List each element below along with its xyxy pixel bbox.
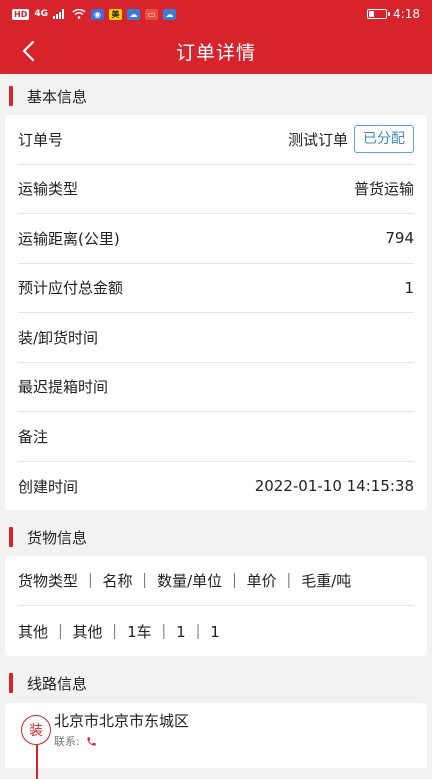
info-label: 最迟提箱时间 <box>18 378 109 397</box>
mail-icon: ▭ <box>145 8 158 20</box>
wifi-icon <box>72 9 86 19</box>
route-connector-line <box>36 739 38 779</box>
goods-info-card: 货物类型 ｜ 名称 ｜ 数量/单位 ｜ 单价 ｜ 毛重/吨 其他 ｜ 其他 ｜ … <box>5 556 427 656</box>
info-label: 备注 <box>18 427 49 446</box>
info-row-total-amount: 预计应付总金额 1 <box>18 264 414 313</box>
clock: 4:18 <box>393 7 420 21</box>
section-title: 货物信息 <box>27 528 88 547</box>
page-title: 订单详情 <box>175 41 256 64</box>
goods-data-row: 其他 ｜ 其他 ｜ 1车 ｜ 1 ｜ 1 <box>18 622 220 641</box>
hd-indicator: HD <box>12 8 30 20</box>
info-label: 运输类型 <box>18 180 79 199</box>
signal-icon <box>53 9 64 19</box>
info-row-order-no: 订单号 测试订单 已分配 <box>18 115 414 165</box>
back-button[interactable] <box>14 37 42 65</box>
order-no-value: 测试订单 <box>287 130 348 149</box>
info-value: 普货运输 <box>353 180 414 199</box>
cloud-icon-2: ☁ <box>163 8 176 20</box>
section-header-basic: 基本信息 <box>0 76 432 116</box>
info-value: 2022-01-10 14:15:38 <box>254 477 414 496</box>
route-contact: 联系: <box>54 733 97 749</box>
info-label: 创建时间 <box>18 477 79 496</box>
network-type: 4G <box>34 9 48 19</box>
meituan-icon: 美 <box>109 8 122 20</box>
phone-icon[interactable] <box>86 736 97 747</box>
info-row-transport-type: 运输类型 普货运输 <box>18 165 414 214</box>
contact-label: 联系: <box>54 735 80 748</box>
section-accent-bar <box>9 673 13 693</box>
status-badge: 已分配 <box>354 125 414 154</box>
route-info-card: 装 北京市北京市东城区 联系: <box>5 703 427 779</box>
section-accent-bar <box>9 86 13 106</box>
nav-bar: 订单详情 <box>0 28 432 74</box>
basic-info-card: 订单号 测试订单 已分配 运输类型 普货运输 运输距离(公里) 794 预计应付… <box>5 115 427 510</box>
info-row-remark: 备注 <box>18 412 414 462</box>
info-row-distance: 运输距离(公里) 794 <box>18 214 414 264</box>
info-row-created-time: 创建时间 2022-01-10 14:15:38 <box>18 462 414 512</box>
info-row-pickup-deadline: 最迟提箱时间 <box>18 363 414 412</box>
status-right: 4:18 <box>367 7 420 21</box>
info-value-group: 测试订单 已分配 <box>287 125 414 154</box>
info-value: 794 <box>385 229 414 248</box>
load-point-marker: 装 <box>21 715 51 745</box>
chevron-left-icon <box>22 40 35 62</box>
info-label: 订单号 <box>18 130 64 149</box>
info-value: 1 <box>404 278 414 297</box>
section-title: 线路信息 <box>27 674 88 693</box>
battery-icon <box>367 9 391 19</box>
info-row-load-time: 装/卸货时间 <box>18 313 414 363</box>
section-header-route: 线路信息 <box>0 663 432 703</box>
info-label: 装/卸货时间 <box>18 328 99 347</box>
goods-header-row: 货物类型 ｜ 名称 ｜ 数量/单位 ｜ 单价 ｜ 毛重/吨 <box>18 556 414 606</box>
info-label: 运输距离(公里) <box>18 229 120 248</box>
route-address: 北京市北京市东城区 <box>54 712 190 730</box>
section-accent-bar <box>9 527 13 547</box>
info-label: 预计应付总金额 <box>18 279 124 298</box>
status-left-icons: HD 4G ◉ 美 ☁ ▭ ☁ <box>12 8 176 20</box>
status-bar: HD 4G ◉ 美 ☁ ▭ ☁ 4:18 <box>0 0 432 28</box>
app-notification-icon: ◉ <box>91 8 104 20</box>
section-header-goods: 货物信息 <box>0 517 432 557</box>
cloud-icon: ☁ <box>127 8 140 20</box>
section-title: 基本信息 <box>27 87 88 106</box>
